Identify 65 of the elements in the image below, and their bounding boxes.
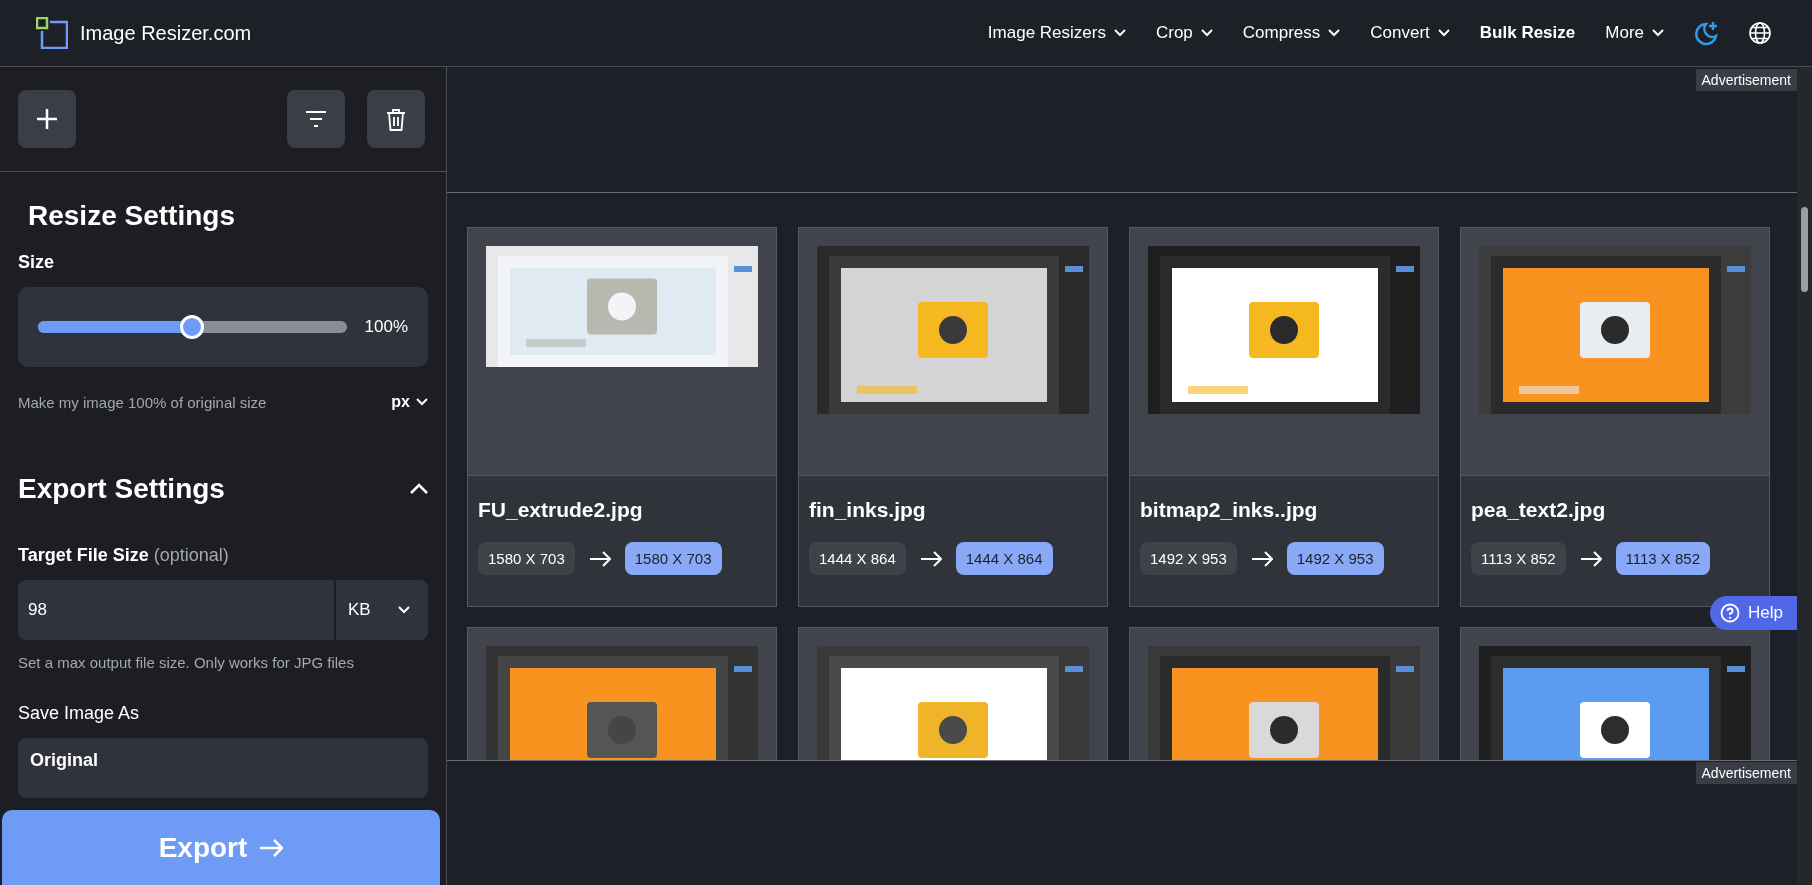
original-size: 1580 X 703 bbox=[478, 542, 575, 575]
original-size: 1492 X 953 bbox=[1140, 542, 1237, 575]
nav-link[interactable]: Image Resizers bbox=[987, 23, 1126, 43]
hint-text: Set a max output file size. Only works for JPG files bbox=[18, 654, 355, 671]
chevron-down-icon bbox=[1437, 29, 1450, 37]
ad-label: Advertisement bbox=[1695, 762, 1797, 784]
nav-link[interactable]: Convert bbox=[1370, 23, 1450, 43]
arrow-right-icon bbox=[919, 549, 942, 568]
arrow-right-icon bbox=[588, 549, 611, 568]
nav-link[interactable]: Bulk Resize bbox=[1479, 23, 1576, 43]
unit-dropdown[interactable]: px bbox=[391, 393, 428, 411]
new-size: 1492 X 953 bbox=[1286, 542, 1384, 575]
trash-icon bbox=[386, 107, 406, 131]
scrollbar[interactable] bbox=[1797, 67, 1812, 885]
logo-icon[interactable] bbox=[36, 17, 68, 49]
add-button[interactable] bbox=[18, 90, 76, 148]
new-size: 1444 X 864 bbox=[955, 542, 1053, 575]
format-dropdown[interactable]: Original bbox=[18, 738, 428, 798]
arrow-right-icon bbox=[1250, 549, 1273, 568]
chevron-down-icon bbox=[1200, 29, 1213, 37]
file-name: FU_extrude2.jpg bbox=[478, 498, 644, 522]
filter-button[interactable] bbox=[287, 90, 345, 148]
nav-link[interactable]: Crop bbox=[1155, 23, 1213, 43]
unit-dropdown[interactable]: KB bbox=[336, 580, 428, 640]
plus-icon bbox=[36, 108, 58, 130]
new-size: 1113 X 852 bbox=[1615, 542, 1711, 575]
arrow-right-icon bbox=[1579, 549, 1602, 568]
ad-label: Advertisement bbox=[1695, 69, 1797, 91]
help-icon bbox=[1720, 603, 1741, 623]
original-size: 1113 X 852 bbox=[1471, 542, 1566, 575]
image-card[interactable]: bitmap2_inks..jpg 1492 X 953 1492 X 953 bbox=[1129, 227, 1439, 607]
arrow-right-icon bbox=[259, 838, 284, 857]
nav-link[interactable]: More bbox=[1605, 23, 1664, 43]
field-label: Size bbox=[18, 252, 56, 273]
image-card[interactable]: fin_inks.jpg 1444 X 864 1444 X 864 bbox=[798, 227, 1108, 607]
section-title: Resize Settings bbox=[28, 200, 236, 232]
file-name: fin_inks.jpg bbox=[809, 498, 927, 522]
chevron-down-icon bbox=[1328, 29, 1341, 37]
file-name: bitmap2_inks..jpg bbox=[1140, 498, 1319, 522]
field-label: Save Image As bbox=[18, 703, 141, 724]
image-card[interactable]: FU_extrude2.jpg 1580 X 703 1580 X 703 bbox=[467, 227, 777, 607]
nav-link[interactable]: Compress bbox=[1242, 23, 1341, 43]
scrollbar-thumb[interactable] bbox=[1801, 207, 1808, 292]
logo-text[interactable]: Image Resizer.com bbox=[80, 21, 252, 45]
image-card[interactable]: pea_text2.jpg 1113 X 852 1113 X 852 bbox=[1460, 227, 1770, 607]
original-size: 1444 X 864 bbox=[809, 542, 906, 575]
globe-icon[interactable] bbox=[1748, 21, 1772, 45]
section-title: Export Settings bbox=[18, 473, 225, 505]
dark-mode-icon[interactable] bbox=[1694, 20, 1718, 46]
slider-thumb[interactable] bbox=[180, 315, 205, 339]
chevron-down-icon bbox=[1113, 29, 1126, 37]
help-button[interactable]: Help bbox=[1710, 596, 1797, 630]
new-size: 1580 X 703 bbox=[624, 542, 722, 575]
delete-button[interactable] bbox=[367, 90, 425, 148]
chevron-down-icon bbox=[398, 606, 410, 614]
collapse-button[interactable] bbox=[410, 483, 428, 495]
file-name: pea_text2.jpg bbox=[1471, 498, 1607, 522]
chevron-up-icon bbox=[410, 483, 428, 495]
chevron-down-icon bbox=[416, 398, 428, 406]
chevron-down-icon bbox=[1652, 29, 1664, 37]
field-label: Target File Size (optional) bbox=[18, 545, 230, 566]
hint-text: Make my image 100% of original size bbox=[18, 393, 267, 411]
filter-icon bbox=[305, 110, 327, 128]
input-field[interactable]: 98 bbox=[18, 580, 334, 640]
size-percent: 100% bbox=[364, 317, 408, 337]
